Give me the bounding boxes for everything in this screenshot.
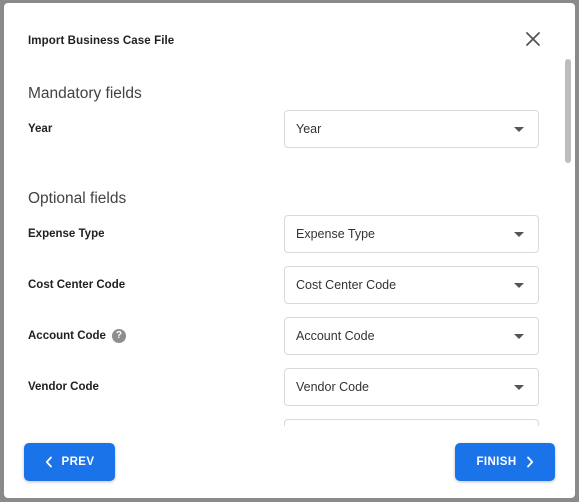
caret-down-icon: [514, 283, 524, 288]
import-dialog: Import Business Case File Mandatory fiel…: [4, 3, 575, 498]
year-select[interactable]: Year: [284, 110, 539, 148]
vendor-code-select-value: Vendor Code: [296, 380, 369, 394]
caret-down-icon: [514, 385, 524, 390]
scrollbar-thumb[interactable]: [565, 59, 571, 163]
finish-button[interactable]: FINISH: [455, 443, 555, 481]
vendor-code-label: Vendor Code: [28, 381, 99, 393]
chevron-left-icon: [45, 456, 53, 468]
optional-fields-heading: Optional fields: [28, 190, 127, 207]
caret-down-icon: [514, 232, 524, 237]
cost-center-code-label: Cost Center Code: [28, 279, 126, 291]
form-scroll-area[interactable]: Mandatory fields Year Year Optional fiel…: [4, 61, 575, 426]
vendor-code-select[interactable]: Vendor Code: [284, 368, 539, 406]
help-icon[interactable]: ?: [111, 329, 126, 343]
expense-type-select-value: Expense Type: [296, 227, 375, 241]
caret-down-icon: [514, 127, 524, 132]
year-select-value: Year: [296, 122, 322, 136]
account-code-label: Account Code: [28, 330, 106, 342]
prev-button-label: PREV: [61, 456, 95, 468]
account-code-select-value: Account Code: [296, 329, 375, 343]
account-code-label-row: Account Code ?: [28, 329, 126, 343]
cost-center-code-select[interactable]: Cost Center Code: [284, 266, 539, 304]
mandatory-fields-heading: Mandatory fields: [28, 85, 142, 102]
finish-button-label: FINISH: [476, 456, 517, 468]
dialog-title: Import Business Case File: [28, 35, 175, 47]
cost-center-code-select-value: Cost Center Code: [296, 278, 397, 292]
expense-type-label: Expense Type: [28, 228, 105, 240]
expense-type-select[interactable]: Expense Type: [284, 215, 539, 253]
account-code-select[interactable]: Account Code: [284, 317, 539, 355]
year-label: Year: [28, 123, 53, 135]
prev-button[interactable]: PREV: [24, 443, 115, 481]
next-field-select[interactable]: [284, 419, 539, 426]
chevron-right-icon: [526, 456, 534, 468]
caret-down-icon: [514, 334, 524, 339]
close-icon[interactable]: [522, 28, 544, 50]
